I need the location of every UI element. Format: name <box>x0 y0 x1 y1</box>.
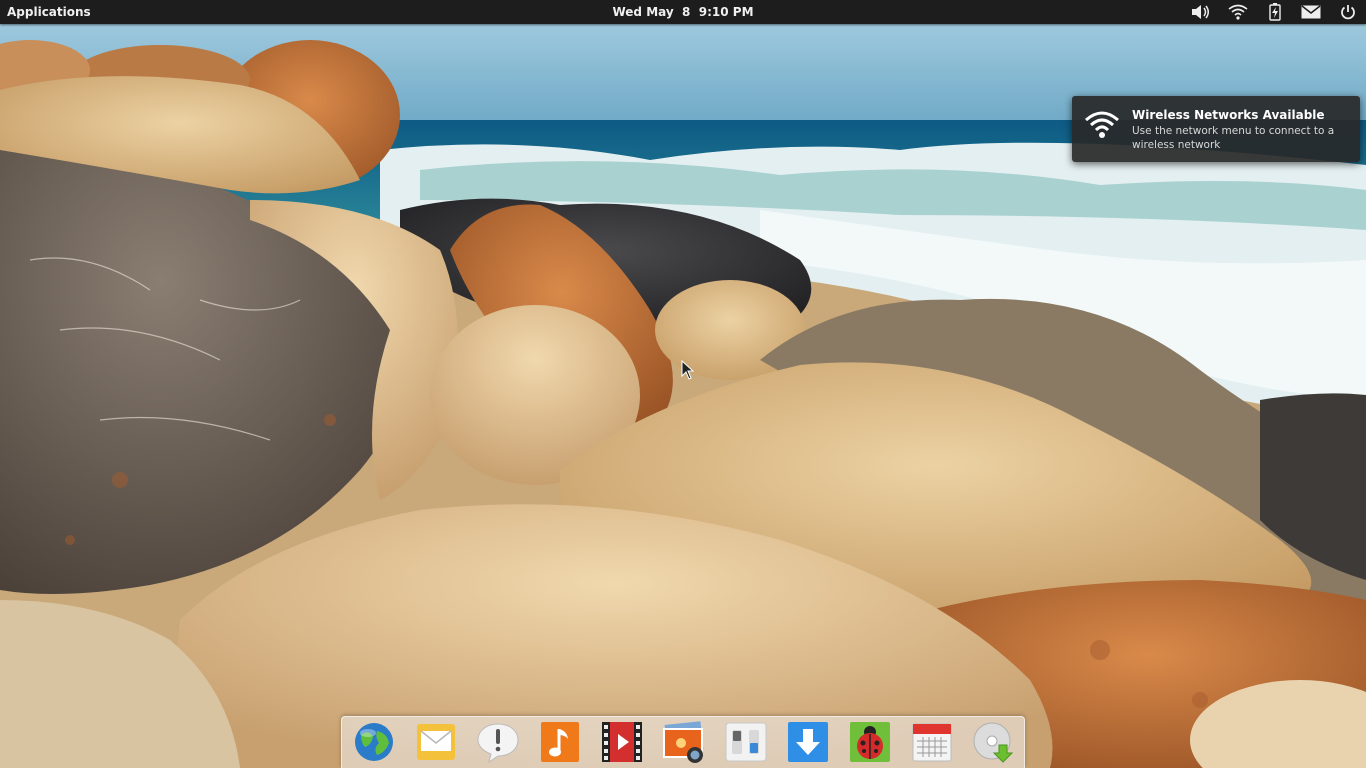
switches-icon <box>725 722 767 762</box>
wifi-icon <box>1085 111 1119 138</box>
mail-icon[interactable] <box>1300 2 1322 22</box>
dock-item-disc-installer[interactable] <box>971 719 1017 765</box>
dock-item-calendar[interactable] <box>909 719 955 765</box>
disc-icon <box>973 722 1014 763</box>
notification-title: Wireless Networks Available <box>1132 108 1325 122</box>
battery-icon[interactable] <box>1264 2 1286 22</box>
power-icon[interactable] <box>1337 2 1359 22</box>
globe-icon <box>355 723 393 761</box>
dock-item-videos[interactable] <box>599 719 645 765</box>
clock-label[interactable]: Wed May 8 9:10 PM <box>612 5 753 19</box>
ladybug-icon <box>850 722 890 762</box>
clock-indicator: Wed May 8 9:10 PM <box>0 0 1366 24</box>
dock-item-messaging[interactable] <box>475 719 521 765</box>
dock-item-software-updates[interactable] <box>785 719 831 765</box>
calendar-icon <box>912 723 952 762</box>
dock-item-music[interactable] <box>537 719 583 765</box>
dock-item-photos[interactable] <box>661 719 707 765</box>
dock-item-system-settings[interactable] <box>723 719 769 765</box>
film-icon <box>602 722 642 762</box>
dock-item-bug-reporter[interactable] <box>847 719 893 765</box>
applications-menu-button[interactable]: Applications <box>7 0 91 24</box>
wifi-icon[interactable] <box>1227 2 1249 22</box>
mouse-pointer-icon <box>681 360 695 380</box>
dock-item-web-browser[interactable] <box>351 719 397 765</box>
dock <box>341 716 1025 768</box>
notification-body: Use the network menu to connect to a wir… <box>1132 125 1335 151</box>
music-note-icon <box>541 722 579 762</box>
volume-icon[interactable] <box>1190 2 1212 22</box>
notification-bubble[interactable]: Wireless Networks Available Use the netw… <box>1072 96 1360 162</box>
dock-item-mail[interactable] <box>413 719 459 765</box>
envelope-icon <box>417 724 455 760</box>
photo-camera-icon <box>663 721 704 763</box>
top-panel: Applications Wed May 8 9:10 PM <box>0 0 1366 24</box>
download-arrow-icon <box>788 722 828 762</box>
speech-bubble-icon <box>477 723 519 764</box>
